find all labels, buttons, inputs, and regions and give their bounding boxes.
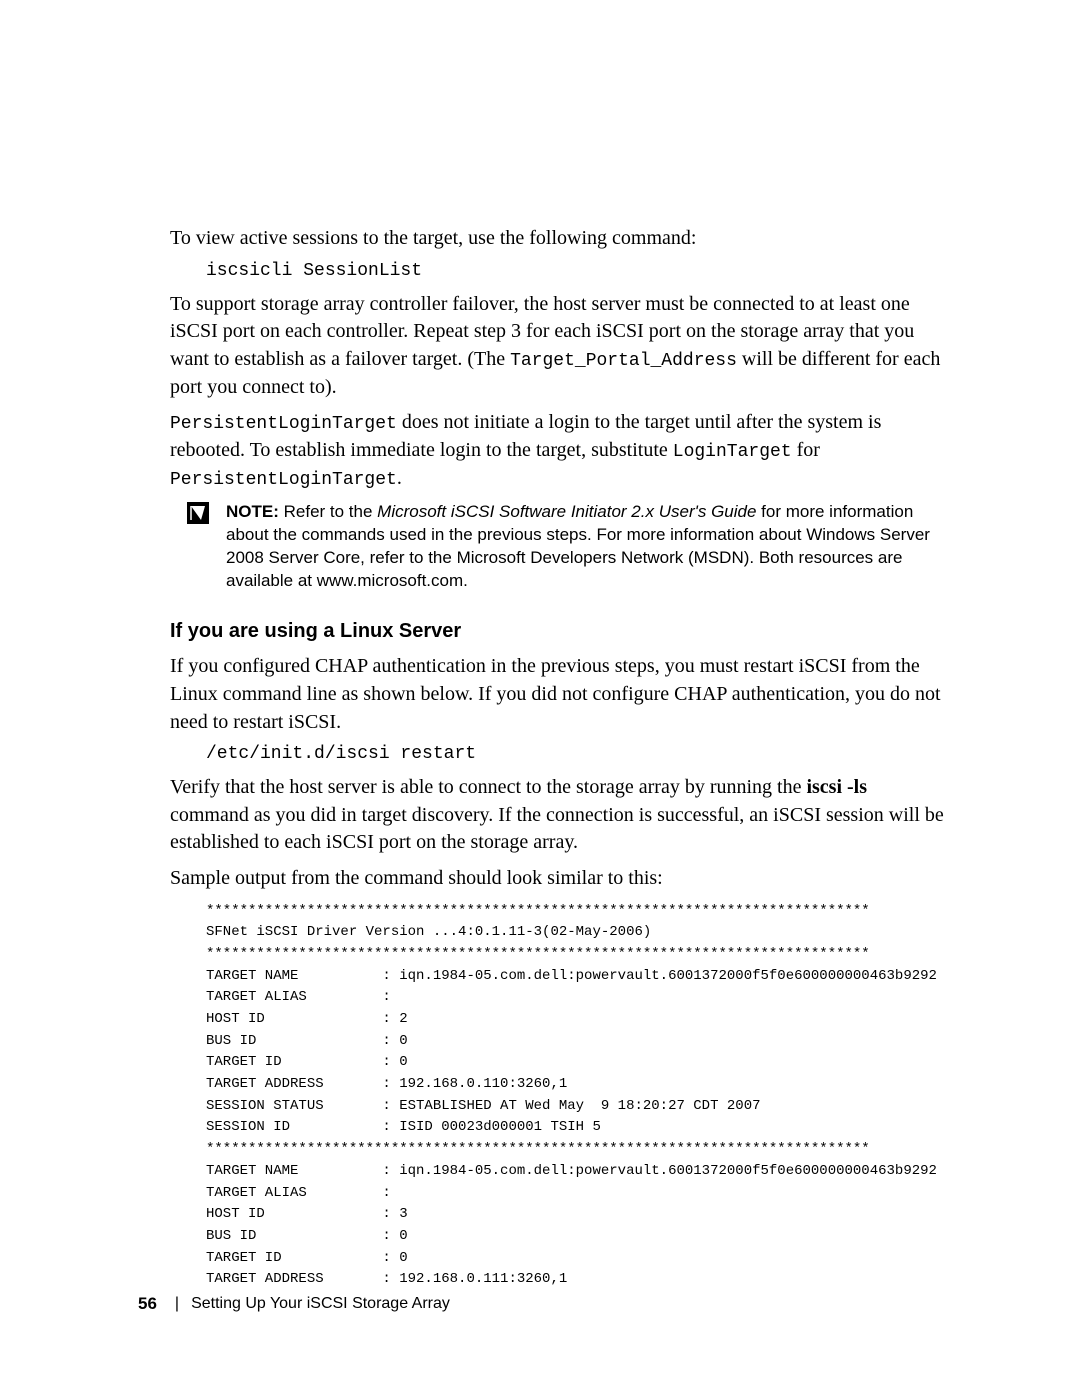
page: To view active sessions to the target, u… <box>0 0 1080 1397</box>
para-persistent-b: for <box>792 439 820 461</box>
para-verify: Verify that the host server is able to c… <box>170 774 945 857</box>
code-restart: /etc/init.d/iscsi restart <box>206 744 945 764</box>
footer-page-number: 56 <box>138 1294 157 1314</box>
para-verify-b: command as you did in target discovery. … <box>170 804 944 854</box>
para-linux-restart: If you configured CHAP authentication in… <box>170 653 945 736</box>
note-icon-wrap <box>170 501 226 524</box>
para-persistent: PersistentLoginTarget does not initiate … <box>170 409 945 492</box>
footer: 56 | Setting Up Your iSCSI Storage Array <box>138 1294 450 1314</box>
note-text: NOTE: Refer to the Microsoft iSCSI Softw… <box>226 501 945 593</box>
code-target-portal: Target_Portal_Address <box>510 351 737 371</box>
sample-output: ****************************************… <box>206 901 945 1291</box>
iscsi-ls-cmd: iscsi -ls <box>806 776 867 798</box>
code-persistent-2: PersistentLoginTarget <box>170 470 397 490</box>
note-label: NOTE: <box>226 502 279 521</box>
para-failover: To support storage array controller fail… <box>170 291 945 402</box>
note-block: NOTE: Refer to the Microsoft iSCSI Softw… <box>170 501 945 593</box>
footer-separator: | <box>175 1295 179 1313</box>
code-sessionlist: iscsicli SessionList <box>206 261 945 281</box>
note-italic: Microsoft iSCSI Software Initiator 2.x U… <box>377 502 756 521</box>
note-a: Refer to the <box>279 502 377 521</box>
para-intro-1: To view active sessions to the target, u… <box>170 225 945 253</box>
code-logintarget: LoginTarget <box>673 442 792 462</box>
note-icon <box>187 502 209 524</box>
para-sample: Sample output from the command should lo… <box>170 865 945 893</box>
heading-linux: If you are using a Linux Server <box>170 620 945 643</box>
code-persistent-1: PersistentLoginTarget <box>170 414 397 434</box>
para-verify-a: Verify that the host server is able to c… <box>170 776 806 798</box>
footer-title: Setting Up Your iSCSI Storage Array <box>191 1295 450 1313</box>
para-persistent-c: . <box>397 467 402 489</box>
